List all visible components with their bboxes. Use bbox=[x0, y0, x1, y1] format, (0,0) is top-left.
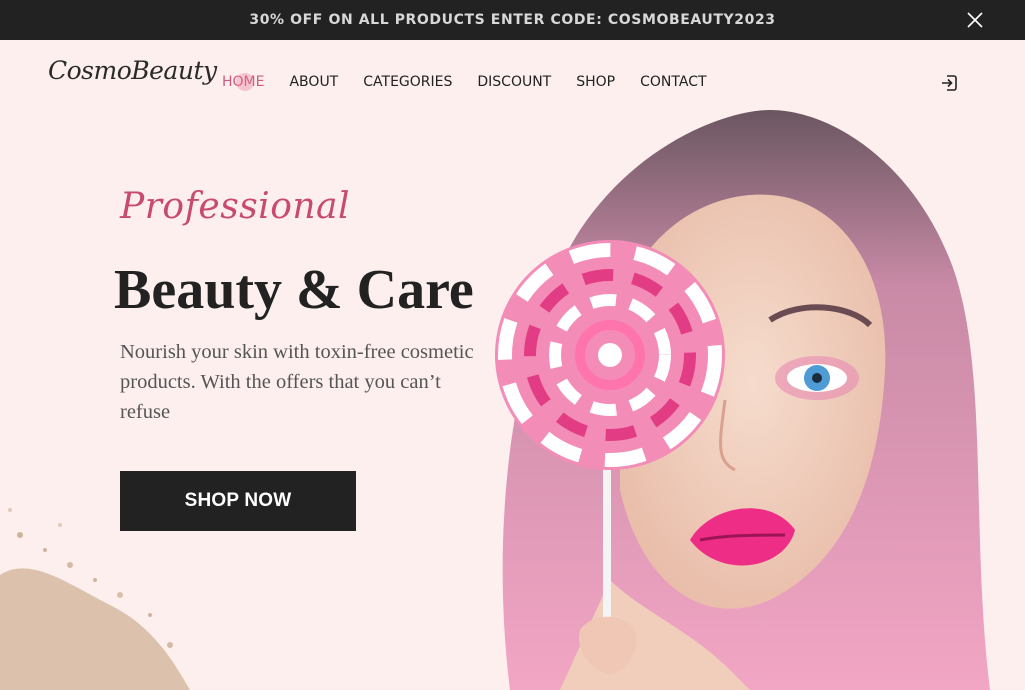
powder-decoration bbox=[0, 508, 190, 690]
hero-model-image bbox=[495, 110, 990, 690]
promo-bar: 30% OFF ON ALL PRODUCTS ENTER CODE: COSM… bbox=[0, 0, 1025, 40]
close-icon[interactable] bbox=[965, 10, 985, 30]
hero-kicker: Professional bbox=[120, 186, 351, 227]
nav-item-contact[interactable]: CONTACT bbox=[640, 74, 706, 90]
nav-item-home[interactable]: HOME bbox=[222, 73, 264, 91]
hero-description: Nourish your skin with toxin-free cosmet… bbox=[120, 341, 474, 423]
main-nav: HOME ABOUT CATEGORIES DISCOUNT SHOP CONT… bbox=[222, 73, 732, 91]
nav-item-about[interactable]: ABOUT bbox=[289, 74, 338, 90]
nav-item-categories[interactable]: CATEGORIES bbox=[363, 74, 452, 90]
hero-title: Beauty & Care bbox=[114, 259, 474, 321]
nav-item-discount[interactable]: DISCOUNT bbox=[477, 74, 551, 90]
logo[interactable]: CosmoBeauty bbox=[48, 56, 217, 85]
nav-item-shop[interactable]: SHOP bbox=[576, 74, 615, 90]
login-icon[interactable] bbox=[940, 74, 958, 92]
promo-text: 30% OFF ON ALL PRODUCTS ENTER CODE: COSM… bbox=[249, 12, 776, 28]
